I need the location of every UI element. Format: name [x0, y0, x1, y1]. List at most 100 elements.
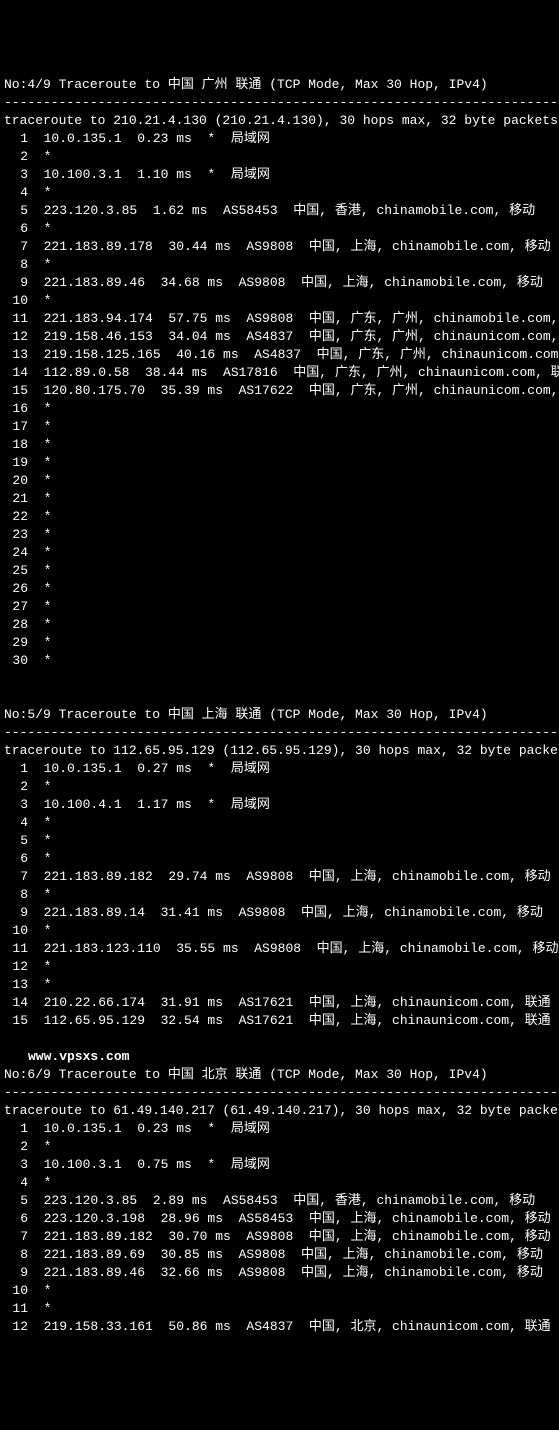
hop-row: 27 *	[4, 598, 559, 616]
hop-text: *	[28, 1301, 51, 1316]
hop-row: 16 *	[4, 400, 559, 418]
hop-number: 8	[4, 256, 28, 274]
hop-number: 1	[4, 1120, 28, 1138]
blank-line	[4, 1030, 559, 1048]
hop-row: 23 *	[4, 526, 559, 544]
hop-number: 12	[4, 1318, 28, 1336]
hop-row: 9 221.183.89.14 31.41 ms AS9808 中国, 上海, …	[4, 904, 559, 922]
hop-row: 3 10.100.4.1 1.17 ms * 局域网	[4, 796, 559, 814]
hop-number: 8	[4, 1246, 28, 1264]
hop-number: 2	[4, 148, 28, 166]
hop-number: 3	[4, 796, 28, 814]
hop-text: *	[28, 599, 51, 614]
hop-text: 223.120.3.85 1.62 ms AS58453 中国, 香港, chi…	[28, 203, 535, 218]
hop-number: 4	[4, 1174, 28, 1192]
traceroute-command: traceroute to 61.49.140.217 (61.49.140.2…	[4, 1102, 559, 1120]
hop-text: *	[28, 401, 51, 416]
hop-text: 219.158.125.165 40.16 ms AS4837 中国, 广东, …	[28, 347, 559, 362]
hop-number: 30	[4, 652, 28, 670]
hop-text: 221.183.123.110 35.55 ms AS9808 中国, 上海, …	[28, 941, 558, 956]
hop-text: *	[28, 779, 51, 794]
hop-text: *	[28, 419, 51, 434]
hop-text: 219.158.46.153 34.04 ms AS4837 中国, 广东, 广…	[28, 329, 559, 344]
hop-row: 29 *	[4, 634, 559, 652]
divider-line: ----------------------------------------…	[4, 724, 559, 742]
hop-row: 3 10.100.3.1 1.10 ms * 局域网	[4, 166, 559, 184]
hop-text: 221.183.89.178 30.44 ms AS9808 中国, 上海, c…	[28, 239, 551, 254]
hop-number: 1	[4, 130, 28, 148]
hop-text: *	[28, 617, 51, 632]
hop-row: 22 *	[4, 508, 559, 526]
hop-number: 14	[4, 994, 28, 1012]
hop-text: 10.100.4.1 1.17 ms * 局域网	[28, 797, 270, 812]
hop-row: 7 221.183.89.178 30.44 ms AS9808 中国, 上海,…	[4, 238, 559, 256]
hop-text: *	[28, 815, 51, 830]
hop-text: *	[28, 527, 51, 542]
hop-text: *	[28, 653, 51, 668]
hop-row: 15 120.80.175.70 35.39 ms AS17622 中国, 广东…	[4, 382, 559, 400]
hop-number: 6	[4, 850, 28, 868]
hop-row: 12 *	[4, 958, 559, 976]
hop-text: *	[28, 293, 51, 308]
hop-row: 13 *	[4, 976, 559, 994]
hop-row: 18 *	[4, 436, 559, 454]
hop-row: 12 219.158.46.153 34.04 ms AS4837 中国, 广东…	[4, 328, 559, 346]
hop-number: 11	[4, 940, 28, 958]
hop-number: 6	[4, 1210, 28, 1228]
hop-text: 221.183.89.69 30.85 ms AS9808 中国, 上海, ch…	[28, 1247, 543, 1262]
blank-line	[4, 670, 559, 688]
hop-text: 221.183.89.182 30.70 ms AS9808 中国, 上海, c…	[28, 1229, 551, 1244]
hop-text: *	[28, 491, 51, 506]
hop-number: 10	[4, 922, 28, 940]
hop-number: 13	[4, 346, 28, 364]
hop-number: 22	[4, 508, 28, 526]
hop-row: 7 221.183.89.182 29.74 ms AS9808 中国, 上海,…	[4, 868, 559, 886]
hop-row: 9 221.183.89.46 34.68 ms AS9808 中国, 上海, …	[4, 274, 559, 292]
hop-text: *	[28, 509, 51, 524]
hop-text: *	[28, 581, 51, 596]
hop-text: *	[28, 977, 51, 992]
hop-text: *	[28, 1175, 51, 1190]
blank-line	[4, 688, 559, 706]
hop-row: 5 223.120.3.85 2.89 ms AS58453 中国, 香港, c…	[4, 1192, 559, 1210]
hop-text: *	[28, 833, 51, 848]
hop-number: 25	[4, 562, 28, 580]
hop-row: 20 *	[4, 472, 559, 490]
hop-text: 10.100.3.1 0.75 ms * 局域网	[28, 1157, 270, 1172]
hop-number: 12	[4, 328, 28, 346]
hop-text: *	[28, 1283, 51, 1298]
hop-number: 1	[4, 760, 28, 778]
hop-row: 11 221.183.94.174 57.75 ms AS9808 中国, 广东…	[4, 310, 559, 328]
hop-number: 9	[4, 1264, 28, 1282]
hop-text: *	[28, 185, 51, 200]
hop-text: 10.0.135.1 0.23 ms * 局域网	[28, 1121, 270, 1136]
hop-number: 12	[4, 958, 28, 976]
hop-number: 11	[4, 310, 28, 328]
hop-text: 112.89.0.58 38.44 ms AS17816 中国, 广东, 广州,…	[28, 365, 559, 380]
hop-row: 5 *	[4, 832, 559, 850]
hop-text: *	[28, 455, 51, 470]
hop-text: 223.120.3.198 28.96 ms AS58453 中国, 上海, c…	[28, 1211, 551, 1226]
hop-text: *	[28, 923, 51, 938]
hop-row: 6 *	[4, 220, 559, 238]
hop-number: 7	[4, 238, 28, 256]
hop-number: 10	[4, 292, 28, 310]
hop-text: 112.65.95.129 32.54 ms AS17621 中国, 上海, c…	[28, 1013, 551, 1028]
hop-text: 221.183.89.46 34.68 ms AS9808 中国, 上海, ch…	[28, 275, 543, 290]
traceroute-header: No:4/9 Traceroute to 中国 广州 联通 (TCP Mode,…	[4, 76, 559, 94]
hop-row: 6 223.120.3.198 28.96 ms AS58453 中国, 上海,…	[4, 1210, 559, 1228]
terminal-output: No:4/9 Traceroute to 中国 广州 联通 (TCP Mode,…	[4, 76, 559, 1336]
hop-text: 221.183.94.174 57.75 ms AS9808 中国, 广东, 广…	[28, 311, 559, 326]
divider-line: ----------------------------------------…	[4, 1084, 559, 1102]
hop-text: 219.158.33.161 50.86 ms AS4837 中国, 北京, c…	[28, 1319, 551, 1334]
hop-number: 4	[4, 814, 28, 832]
hop-text: *	[28, 473, 51, 488]
hop-number: 15	[4, 382, 28, 400]
hop-row: 28 *	[4, 616, 559, 634]
hop-row: 7 221.183.89.182 30.70 ms AS9808 中国, 上海,…	[4, 1228, 559, 1246]
hop-number: 10	[4, 1282, 28, 1300]
hop-number: 14	[4, 364, 28, 382]
hop-text: *	[28, 959, 51, 974]
hop-row: 4 *	[4, 814, 559, 832]
hop-number: 9	[4, 274, 28, 292]
